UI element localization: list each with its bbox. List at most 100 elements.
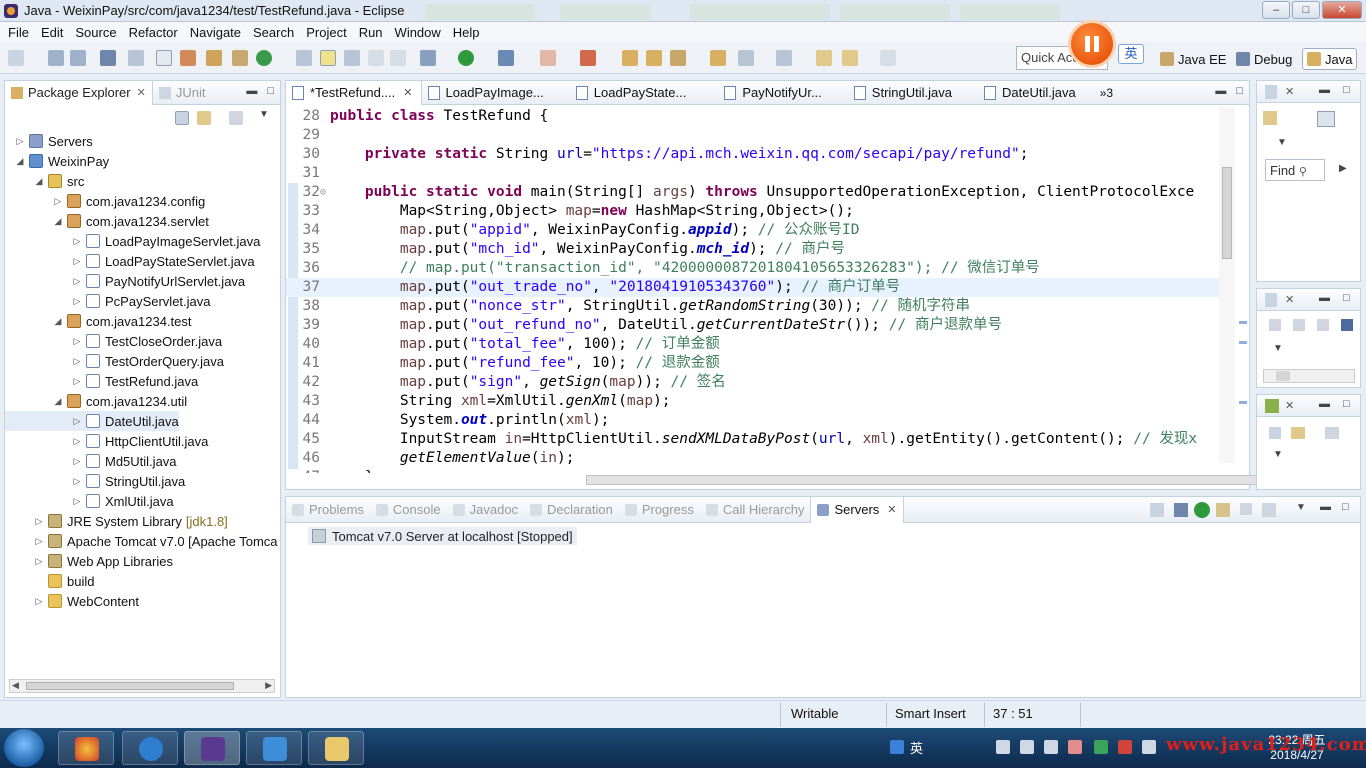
collapsed-icon[interactable]: ▷ — [72, 276, 82, 287]
editor-tab-overflow[interactable]: »3 — [1094, 81, 1121, 105]
view-menu-icon[interactable]: ▼ — [1296, 502, 1306, 513]
minimize-view-icon[interactable]: ▬ — [1319, 292, 1330, 304]
code-line[interactable]: 30 private static String url="https://ap… — [286, 145, 1220, 164]
tree-item[interactable]: ◢ WeixinPay — [5, 151, 110, 171]
tree-item[interactable]: ▷ Apache Tomcat v7.0 [Apache Tomca — [5, 531, 278, 551]
minimize-view-icon[interactable]: ▬ — [246, 85, 257, 97]
taskbar-app-1[interactable] — [58, 731, 114, 765]
save-icon[interactable] — [48, 50, 64, 66]
package-icon[interactable] — [206, 50, 222, 66]
server-icon[interactable] — [232, 50, 248, 66]
menu-source[interactable]: Source — [69, 25, 122, 40]
code-line[interactable]: 36 // map.put("transaction_id", "4200000… — [286, 259, 1220, 278]
collapsed-icon[interactable]: ▷ — [72, 256, 82, 267]
stop-icon[interactable] — [540, 50, 556, 66]
editor-vscrollbar[interactable] — [1219, 107, 1235, 463]
recording-pause-button[interactable] — [1068, 20, 1116, 68]
tree-item[interactable]: ▷ HttpClientUtil.java — [5, 431, 209, 451]
tree-item[interactable]: ▷ WebContent — [5, 591, 140, 611]
tree-item[interactable]: ▷ XmlUtil.java — [5, 491, 174, 511]
build-icon[interactable] — [180, 50, 196, 66]
tree-item[interactable]: ▷ PcPayServlet.java — [5, 291, 211, 311]
hide-nonpublic-icon[interactable] — [1341, 319, 1353, 331]
input-method-icon[interactable] — [890, 740, 904, 754]
focus-icon[interactable] — [229, 111, 243, 125]
tree-item[interactable]: ▷ TestOrderQuery.java — [5, 351, 224, 371]
hide-fields-icon[interactable] — [1293, 319, 1305, 331]
minimize-view-icon[interactable]: ▬ — [1319, 84, 1330, 96]
minimize-button[interactable]: – — [1262, 1, 1290, 19]
tab-call-hierarchy[interactable]: Call Hierarchy — [700, 497, 811, 523]
tab-junit[interactable]: JUnit — [153, 81, 212, 105]
find-input[interactable]: Find ⚲ — [1265, 159, 1325, 181]
new-icon[interactable] — [8, 50, 24, 66]
collapse-all-icon[interactable] — [1150, 503, 1164, 517]
dropdown-icon[interactable]: ▼ — [1273, 343, 1283, 354]
collapsed-icon[interactable]: ▷ — [72, 376, 82, 387]
menu-file[interactable]: File — [2, 25, 35, 40]
collapsed-icon[interactable]: ▷ — [72, 356, 82, 367]
collapsed-icon[interactable]: ▷ — [34, 516, 44, 527]
tab-problems[interactable]: Problems — [286, 497, 370, 523]
taskbar-app-2[interactable] — [122, 731, 178, 765]
editor-tab-loadpayimage[interactable]: LoadPayImage... — [422, 81, 552, 105]
publish-icon[interactable] — [1262, 503, 1276, 517]
close-tab-icon[interactable]: ✕ — [137, 86, 146, 99]
tree-item[interactable]: ◢ com.java1234.test — [5, 311, 192, 331]
last-edit-icon[interactable] — [816, 50, 832, 66]
code-line[interactable]: 32 ⊝ public static void main(String[] arg… — [286, 183, 1220, 202]
tree-item[interactable]: ◢ com.java1234.servlet — [5, 211, 209, 231]
open-task-icon[interactable] — [646, 50, 662, 66]
stop-server-icon[interactable] — [1240, 503, 1252, 515]
editor-tab-dateutil[interactable]: DateUtil.java — [978, 81, 1084, 105]
overview-ruler[interactable] — [1237, 107, 1249, 473]
scroll-left-icon[interactable]: ◀ — [12, 680, 19, 691]
code-line[interactable]: 37 map.put("out_trade_no", "201804191053… — [286, 278, 1220, 297]
find-next-icon[interactable]: ▶ — [1339, 163, 1347, 174]
expanded-icon[interactable]: ◢ — [34, 176, 44, 187]
refresh-icon[interactable] — [256, 50, 272, 66]
code-line[interactable]: 38 map.put("nonce_str", StringUtil.getRa… — [286, 297, 1220, 316]
network-icon[interactable] — [996, 740, 1010, 754]
maximize-view-icon[interactable]: □ — [1343, 84, 1350, 96]
tab-servers[interactable]: Servers ✕ — [810, 496, 904, 523]
collapse-icon[interactable] — [1269, 427, 1281, 439]
annotation-icon[interactable] — [296, 50, 312, 66]
sort-icon[interactable] — [1269, 319, 1281, 331]
collapsed-icon[interactable]: ▷ — [15, 136, 25, 147]
taskbar-explorer[interactable] — [308, 731, 364, 765]
hide-static-icon[interactable] — [1317, 319, 1329, 331]
perspective-java-ee[interactable]: Java EE — [1160, 48, 1226, 70]
categorize-icon[interactable] — [1317, 111, 1335, 127]
perspective-debug[interactable]: Debug — [1236, 48, 1292, 70]
tab-declaration[interactable]: Declaration — [524, 497, 619, 523]
volume-icon[interactable] — [1142, 740, 1156, 754]
new-task-icon[interactable] — [1263, 111, 1277, 125]
external-tools-icon[interactable] — [580, 50, 596, 66]
link-icon[interactable] — [1291, 427, 1305, 439]
start-server-icon[interactable] — [1194, 502, 1210, 518]
dropdown-icon[interactable]: ▼ — [1277, 137, 1287, 148]
maximize-view-icon[interactable]: □ — [1342, 501, 1349, 513]
close-view-icon[interactable]: ✕ — [1285, 399, 1294, 412]
tree-item[interactable]: build — [5, 571, 94, 591]
overview-marker[interactable] — [1239, 341, 1247, 344]
dropdown-icon[interactable]: ▼ — [1273, 449, 1283, 460]
editor-tab-stringutil[interactable]: StringUtil.java — [848, 81, 960, 105]
show-whitespace-icon[interactable] — [368, 50, 384, 66]
open-type-icon[interactable] — [622, 50, 638, 66]
link-with-editor-icon[interactable] — [197, 111, 211, 125]
editor-tab-loadpaystate[interactable]: LoadPayState... — [570, 81, 695, 105]
overview-marker[interactable] — [1239, 401, 1247, 404]
next-annotation-icon[interactable] — [738, 50, 754, 66]
coverage-icon[interactable] — [498, 50, 514, 66]
taskbar-eclipse[interactable] — [184, 731, 240, 765]
code-line[interactable]: 43 String xml=XmlUtil.genXml(map); — [286, 392, 1220, 411]
tree-item[interactable]: ▷ LoadPayStateServlet.java — [5, 251, 255, 271]
collapsed-icon[interactable]: ▷ — [72, 456, 82, 467]
code-line[interactable]: 39 map.put("out_refund_no", DateUtil.get… — [286, 316, 1220, 335]
code-line[interactable]: 35 map.put("mch_id", WeixinPayConfig.mch… — [286, 240, 1220, 259]
editor-tab-testrefund[interactable]: *TestRefund.... ✕ — [286, 80, 422, 105]
close-view-icon[interactable]: ✕ — [1285, 85, 1294, 98]
prev-annotation-icon[interactable] — [776, 50, 792, 66]
